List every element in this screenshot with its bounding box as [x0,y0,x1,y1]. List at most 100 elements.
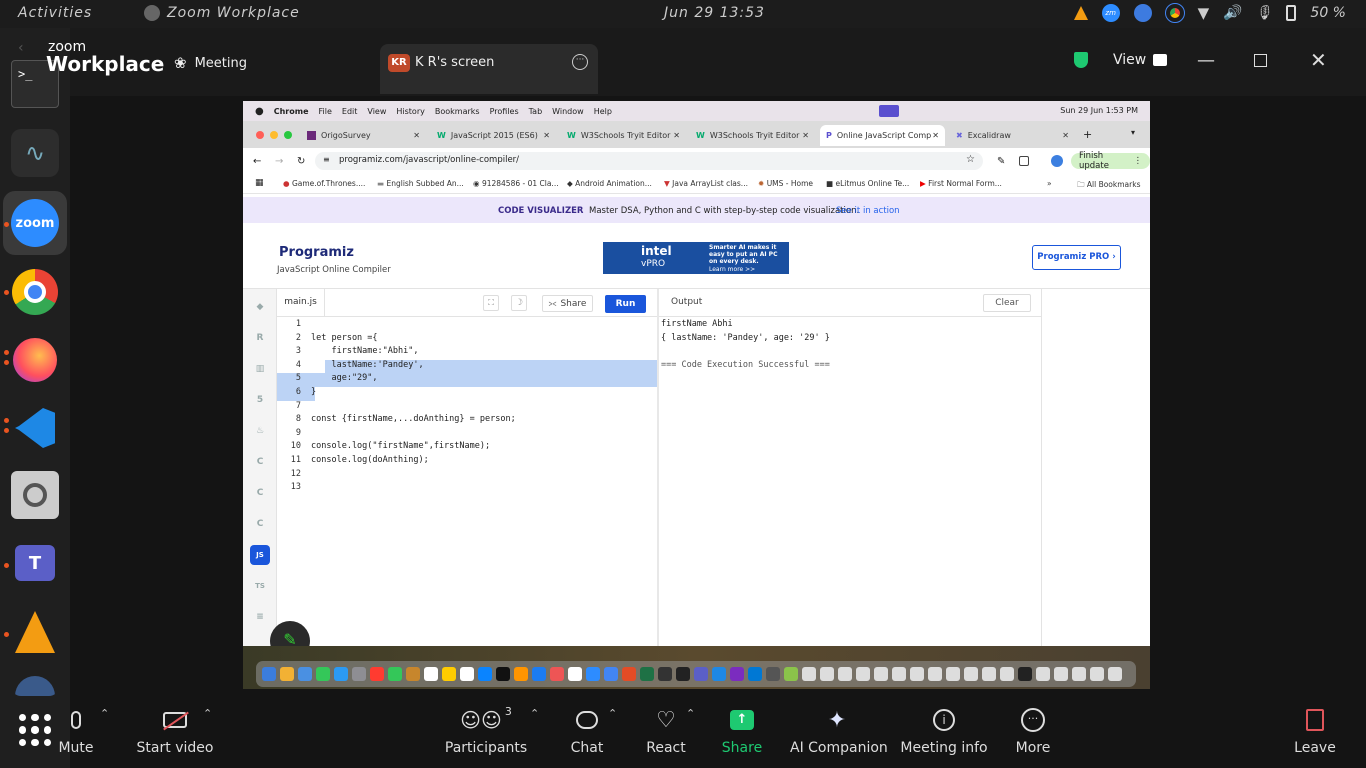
mac-dock-app-icon[interactable] [838,667,852,681]
tab-close-icon[interactable]: ✕ [1062,131,1069,140]
menu-file[interactable]: File [319,107,332,116]
ai-companion-button[interactable]: ✦ AI Companion [790,705,888,757]
mac-dock-app-icon[interactable] [514,667,528,681]
code-line[interactable]: 12 [277,469,657,483]
menu-tab[interactable]: Tab [529,107,543,116]
share-code-button[interactable]: ⪥ Share [542,295,593,312]
firefox-dock-item[interactable] [11,336,59,384]
react-button[interactable]: ♡ React [642,705,690,757]
bookmark-item[interactable]: ■ eLitmus Online Te... [826,179,909,188]
mac-dock-app-icon[interactable] [352,667,366,681]
mac-dock-app-icon[interactable] [784,667,798,681]
code-line[interactable]: 11 console.log(doAnthing); [277,455,657,469]
video-options-caret[interactable]: ⌃ [203,707,212,720]
browser-tab[interactable]: ✖ Excalidraw ✕ [950,125,1075,146]
meeting-info-button[interactable]: i Meeting info [900,705,988,756]
tab-close-icon[interactable]: ✕ [673,131,680,140]
mac-dock-app-icon[interactable] [478,667,492,681]
mac-dock-app-icon[interactable] [928,667,942,681]
mac-dock-app-icon[interactable] [568,667,582,681]
clear-button[interactable]: Clear [983,294,1031,312]
system-monitor-dock-item[interactable]: ∿ [11,129,59,177]
view-menu[interactable]: View [1113,52,1168,68]
apps-grid-icon[interactable]: ▦ [255,178,264,188]
typescript-icon[interactable]: TS [250,576,270,596]
mac-dock-app-icon[interactable] [676,667,690,681]
code-line[interactable]: 4 lastName:'Pandey', [277,360,657,374]
close-button[interactable]: ✕ [1310,48,1327,72]
mac-dock-app-icon[interactable] [316,667,330,681]
reload-icon[interactable]: ↻ [297,156,305,167]
mac-dock-app-icon[interactable] [1072,667,1086,681]
programiz-pro-button[interactable]: Programiz PRO › [1032,245,1121,270]
mac-dock-app-icon[interactable] [280,667,294,681]
r-icon[interactable]: R [250,328,270,348]
mac-dock-app-icon[interactable] [1036,667,1050,681]
react-options-caret[interactable]: ⌃ [686,707,695,720]
mac-dock-app-icon[interactable] [856,667,870,681]
chat-button[interactable]: Chat [563,705,611,756]
finish-update-button[interactable]: Finish update ⋮ [1071,151,1150,171]
mac-dock-app-icon[interactable] [424,667,438,681]
audio-options-caret[interactable]: ⌃ [100,707,109,720]
browser-tab[interactable]: W JavaScript 2015 (ES6) ✕ [431,125,556,146]
mac-dock-app-icon[interactable] [658,667,672,681]
wifi-icon[interactable]: ▼ [1198,4,1210,22]
tab-search-icon[interactable]: ▾ [1131,128,1135,137]
mac-dock-app-icon[interactable] [370,667,384,681]
site-info-icon[interactable]: ≡ [323,155,330,164]
bookmark-item[interactable]: ▬ English Subbed An... [377,179,464,188]
c-icon[interactable]: C [250,452,270,472]
mac-dock-app-icon[interactable] [550,667,564,681]
mac-dock-app-icon[interactable] [946,667,960,681]
chrome-tray-icon[interactable] [1164,3,1185,23]
mac-dock-app-icon[interactable] [298,667,312,681]
bookmark-item[interactable]: ▶ First Normal Form... [920,179,1002,188]
more-bookmarks-icon[interactable]: » [1047,179,1052,188]
bookmark-item[interactable]: ✹ UMS - Home [758,179,813,188]
profile-icon[interactable] [1051,155,1063,167]
show-apps-button[interactable] [19,714,51,746]
mac-dock-app-icon[interactable] [640,667,654,681]
mac-dock-app-icon[interactable] [460,667,474,681]
participants-button[interactable]: ☺☺ 3 Participants [444,705,528,756]
mac-dock-app-icon[interactable] [748,667,762,681]
java-icon[interactable]: ♨ [250,421,270,441]
mac-dock-app-icon[interactable] [820,667,834,681]
menu-history[interactable]: History [396,107,424,116]
html-icon[interactable]: 5 [250,390,270,410]
back-icon[interactable]: ← [253,156,261,167]
programiz-logo[interactable]: Programiz [279,245,354,260]
mac-dock-app-icon[interactable] [496,667,510,681]
zoom-tray-icon[interactable]: zm [1101,4,1120,22]
intel-ad[interactable]: intel vPRO Smarter AI makes it easy to p… [603,242,789,274]
run-button[interactable]: Run [605,295,646,313]
browser-tab[interactable]: W W3Schools Tryit Editor ✕ [690,125,815,146]
system-clock[interactable]: Jun 29 13:53 [664,5,765,21]
battery-icon[interactable] [1286,5,1297,21]
address-field[interactable]: ≡ programiz.com/javascript/online-compil… [315,152,983,170]
mac-dock-app-icon[interactable] [406,667,420,681]
microphone-icon[interactable]: 🎙 [1255,5,1273,21]
fullscreen-icon[interactable]: ⛶ [483,295,499,311]
tab-close-icon[interactable]: ✕ [413,131,420,140]
bookmark-item[interactable]: ◆ Android Animation... [567,179,652,188]
maximize-button[interactable] [1254,54,1267,67]
csharp-icon[interactable]: C [250,514,270,534]
code-line[interactable]: 1 [277,319,657,333]
code-line[interactable]: 2 let person ={ [277,333,657,347]
mac-dock-app-icon[interactable] [388,667,402,681]
mac-dock-app-icon[interactable] [1000,667,1014,681]
mac-dock-app-icon[interactable] [892,667,906,681]
tab-close-icon[interactable]: ✕ [543,131,550,140]
code-line[interactable]: 13 [277,482,657,496]
code-line[interactable]: 8 const {firstName,...doAnthing} = person… [277,414,657,428]
mac-dock-app-icon[interactable] [982,667,996,681]
mac-dock-app-icon[interactable] [694,667,708,681]
chrome-dock-item[interactable] [11,268,59,316]
mac-dock-app-icon[interactable] [910,667,924,681]
mac-dock-app-icon[interactable] [532,667,546,681]
minimize-button[interactable]: — [1197,50,1215,71]
bookmark-item[interactable]: ● Game.of.Thrones.... [283,179,365,188]
leave-button[interactable]: Leave [1290,705,1340,756]
